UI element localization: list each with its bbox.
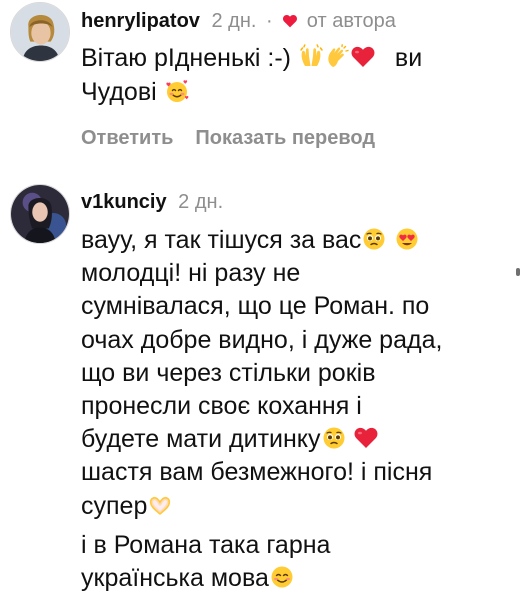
comment-content: v1kunciy 2 дн. вауу, я так тішуся за вас	[81, 180, 510, 595]
comment-line: і в Романа така гарна	[81, 530, 331, 559]
comment-meta: v1kunciy 2 дн.	[81, 180, 510, 224]
edge-indicator	[516, 268, 520, 276]
pleading-face-icon	[321, 425, 347, 451]
avatar[interactable]	[10, 2, 70, 62]
comment-paragraph: Вітаю рІдненькі :-) ви Чудові	[81, 42, 510, 109]
username[interactable]: v1kunciy	[81, 191, 167, 213]
comment-time: 2 дн.	[178, 191, 224, 213]
author-like-label: от автора	[306, 10, 396, 32]
comment-line: Чудові	[81, 77, 157, 106]
heart-hands-icon	[147, 492, 173, 518]
smiling-face-icon	[269, 564, 295, 590]
comment-line: супер	[81, 491, 148, 520]
comment-line: що ви через стільки років	[81, 358, 376, 387]
comment-line: українська мова	[81, 564, 269, 593]
pleading-face-icon	[361, 226, 387, 252]
comment-paragraph: і в Романа така гарна українська мова	[81, 529, 510, 595]
comment-line: вауу, я так тішуся за вас	[81, 226, 362, 254]
smiling-face-with-hearts-icon	[164, 78, 190, 104]
comment-line: пронесли своє кохання і	[81, 392, 362, 421]
red-heart-icon	[350, 44, 376, 70]
username[interactable]: henrylipatov	[81, 10, 200, 32]
avatar-image	[11, 3, 69, 61]
avatar-image	[11, 185, 69, 243]
avatar[interactable]	[10, 184, 70, 244]
comment-time: 2 дн.	[211, 10, 257, 32]
comment-line: сумнівалася, що це Роман. по	[81, 292, 430, 321]
comment-line: ви	[394, 44, 423, 72]
clapping-hands-icon	[324, 44, 350, 70]
comment-actions: Ответить Показать перевод	[81, 127, 510, 150]
comment-paragraph: вауу, я так тішуся за вас молодці! ні ра…	[81, 224, 510, 523]
comment-meta: henrylipatov 2 дн. · от автора	[81, 0, 510, 42]
red-heart-icon	[353, 425, 379, 451]
raising-hands-icon	[298, 44, 324, 70]
heart-eyes-icon	[394, 226, 420, 252]
comment-line: Вітаю рІдненькі :-)	[81, 44, 292, 72]
comment-text: Вітаю рІдненькі :-) ви Чудові	[81, 42, 510, 109]
show-translation-button[interactable]: Показать перевод	[195, 127, 375, 149]
comment-content: henrylipatov 2 дн. · от автора Вітаю рІд…	[81, 0, 510, 150]
comment-text: вауу, я так тішуся за вас молодці! ні ра…	[81, 224, 510, 595]
author-heart-icon	[282, 2, 298, 28]
comment-line: шастя вам безмежного! і пісня	[81, 458, 433, 487]
reply-button[interactable]: Ответить	[81, 127, 173, 149]
comment-line: будете мати дитинку	[81, 425, 321, 454]
separator-dot: ·	[266, 10, 273, 32]
comment-line: очах добре видно, і дуже рада,	[81, 325, 443, 354]
comment-line: молодці! ні разу не	[81, 259, 301, 288]
